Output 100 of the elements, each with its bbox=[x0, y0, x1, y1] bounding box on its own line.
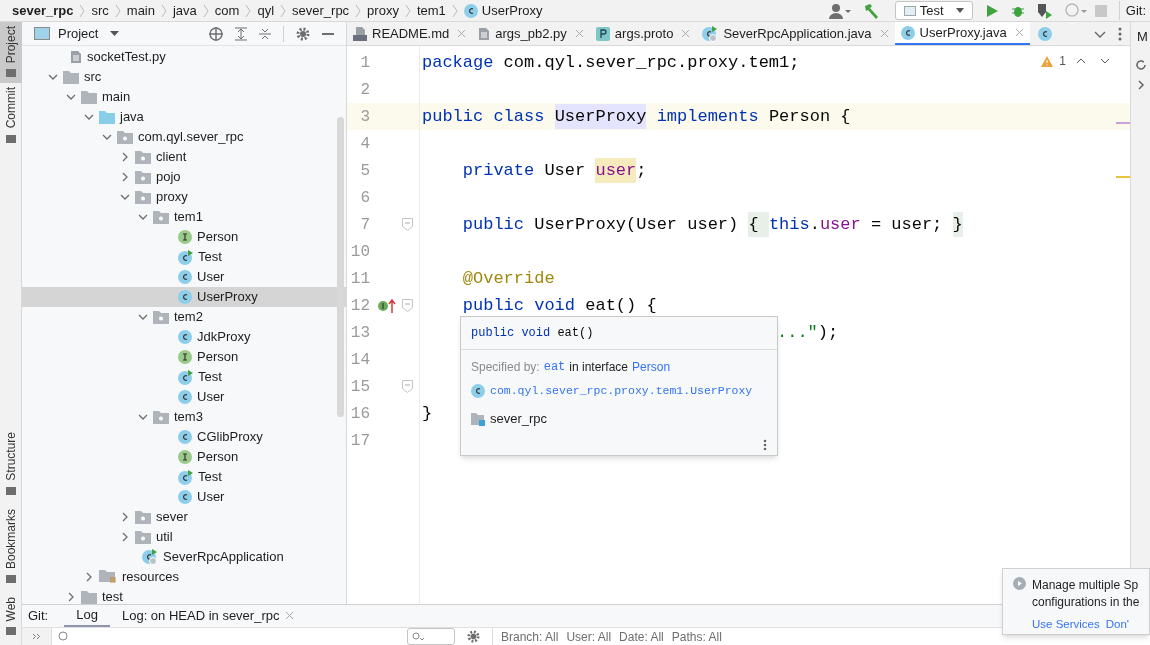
tree-item[interactable]: SeverRpcApplication bbox=[22, 547, 346, 567]
tree-item[interactable]: pojo bbox=[22, 167, 346, 187]
tree-item[interactable]: Person bbox=[22, 227, 346, 247]
breadcrumb[interactable]: sever_rpc bbox=[12, 0, 74, 21]
line-number: 1 bbox=[359, 52, 370, 74]
tree-item[interactable]: socketTest.py bbox=[22, 47, 346, 67]
tree-item[interactable]: util bbox=[22, 527, 346, 547]
tree-item[interactable]: main bbox=[22, 87, 346, 107]
chevron-icon[interactable] bbox=[138, 412, 148, 422]
breadcrumb[interactable]: proxy bbox=[367, 0, 399, 21]
search-field[interactable] bbox=[407, 628, 455, 645]
caret-icon[interactable] bbox=[110, 31, 120, 36]
tree-item[interactable]: tem3 bbox=[22, 407, 346, 427]
method-link[interactable]: eat bbox=[543, 358, 566, 376]
editor-tab[interactable]: args_pb2.py bbox=[472, 22, 590, 45]
editor-tab[interactable]: SeverRpcApplication.java bbox=[696, 22, 895, 45]
hammer-icon[interactable] bbox=[862, 2, 879, 19]
breadcrumb[interactable]: UserProxy bbox=[481, 0, 543, 21]
class-icon bbox=[178, 490, 192, 504]
run-icon[interactable] bbox=[984, 3, 999, 18]
tool-window-tab[interactable]: Commit bbox=[0, 83, 22, 149]
chevron-icon[interactable] bbox=[1136, 78, 1145, 91]
expand-icon[interactable] bbox=[32, 633, 41, 640]
next-icon[interactable] bbox=[1100, 58, 1110, 64]
line-number: 3 bbox=[359, 106, 370, 128]
tree-item[interactable]: Test bbox=[22, 247, 346, 267]
filter-dropdown[interactable]: Paths: All bbox=[671, 627, 722, 645]
tree-item[interactable]: tem1 bbox=[22, 207, 346, 227]
code-token: ..." bbox=[777, 321, 818, 344]
breadcrumb[interactable]: main bbox=[126, 0, 155, 21]
editor-tab[interactable]: UserProxy.java bbox=[894, 22, 1030, 45]
run-configuration-dropdown[interactable]: Test bbox=[894, 1, 973, 20]
doc-label: Specified by: bbox=[471, 359, 540, 376]
interface-link[interactable]: Person bbox=[632, 358, 671, 376]
tree-item[interactable]: java bbox=[22, 107, 346, 127]
tool-tab[interactable]: Log: on HEAD in sever_rpc bbox=[109, 605, 307, 627]
search-icon[interactable] bbox=[58, 631, 69, 642]
more-icon[interactable] bbox=[763, 439, 767, 451]
previous-icon[interactable] bbox=[1076, 58, 1086, 64]
filter-dropdown[interactable]: Branch: All bbox=[501, 627, 559, 645]
tool-window-tab[interactable]: M bbox=[1131, 27, 1148, 47]
tree-item[interactable]: CGlibProxy bbox=[22, 427, 346, 447]
breadcrumb[interactable]: com bbox=[214, 0, 240, 21]
tree-item[interactable]: client bbox=[22, 147, 346, 167]
settings-icon[interactable] bbox=[467, 630, 480, 643]
settings-icon[interactable] bbox=[296, 26, 310, 41]
breadcrumb[interactable]: sever_rpc bbox=[292, 0, 350, 21]
tree-item[interactable]: UserProxy bbox=[22, 287, 346, 307]
minimize-icon[interactable] bbox=[322, 32, 334, 35]
panel-title[interactable]: Project bbox=[58, 23, 99, 44]
breadcrumb[interactable]: java bbox=[173, 0, 197, 21]
tree-item[interactable]: Test bbox=[22, 367, 346, 387]
tree-item[interactable]: src bbox=[22, 67, 346, 87]
fold-marker-icon[interactable] bbox=[402, 299, 413, 312]
tool-window-tab[interactable]: Structure bbox=[0, 427, 22, 501]
tool-window-tab[interactable]: Web bbox=[0, 592, 22, 641]
chevron-icon[interactable] bbox=[138, 312, 148, 322]
editor-tab[interactable]: README.md bbox=[347, 22, 473, 45]
search-icon bbox=[412, 631, 424, 642]
breadcrumb[interactable]: tem1 bbox=[416, 0, 446, 21]
fold-marker-icon[interactable] bbox=[402, 380, 413, 393]
scrollbar-thumb[interactable] bbox=[337, 117, 344, 417]
tree-item[interactable]: com.qyl.sever_rpc bbox=[22, 127, 346, 147]
implements-marker-icon[interactable] bbox=[378, 297, 398, 314]
tool-window-tab[interactable]: Project bbox=[0, 22, 22, 84]
tree-item[interactable]: JdkProxy bbox=[22, 327, 346, 347]
runnable-class-icon bbox=[178, 469, 193, 485]
locate-icon[interactable] bbox=[209, 26, 223, 41]
notification-link[interactable]: Use Services bbox=[1032, 616, 1100, 633]
breadcrumb[interactable]: qyl bbox=[257, 0, 275, 21]
class-icon bbox=[178, 270, 192, 284]
tool-window-tab[interactable]: Bookmarks bbox=[0, 504, 22, 589]
breadcrumb-separator-icon bbox=[78, 3, 87, 18]
user-icon[interactable] bbox=[828, 2, 851, 19]
signature-token: public void bbox=[471, 325, 552, 342]
tree-item[interactable]: Person bbox=[22, 347, 346, 367]
tree-item[interactable]: resources bbox=[22, 567, 346, 587]
notification-link[interactable]: Don' bbox=[1105, 616, 1130, 633]
tree-item[interactable]: User bbox=[22, 387, 346, 407]
editor-tab[interactable]: args.proto bbox=[589, 22, 697, 45]
tree-item[interactable]: test bbox=[22, 587, 346, 604]
tree-item[interactable]: Test bbox=[22, 467, 346, 487]
expand-all-icon[interactable] bbox=[235, 26, 247, 41]
panel-title: Git: bbox=[28, 607, 50, 625]
tree-item[interactable]: Person bbox=[22, 447, 346, 467]
class-link[interactable]: com.qyl.sever_rpc.proxy.tem1.UserProxy bbox=[490, 382, 753, 400]
tree-item[interactable]: proxy bbox=[22, 187, 346, 207]
filter-dropdown[interactable]: User: All bbox=[566, 627, 612, 645]
breadcrumb[interactable]: src bbox=[91, 0, 109, 21]
tree-item[interactable]: tem2 bbox=[22, 307, 346, 327]
coverage-icon[interactable] bbox=[1036, 2, 1053, 19]
tree-item[interactable]: User bbox=[22, 487, 346, 507]
refresh-icon[interactable] bbox=[1134, 58, 1147, 71]
fold-marker-icon[interactable] bbox=[402, 218, 413, 231]
collapse-all-icon[interactable] bbox=[259, 26, 271, 41]
tree-item[interactable]: User bbox=[22, 267, 346, 287]
tree-item[interactable]: sever bbox=[22, 507, 346, 527]
filter-dropdown[interactable]: Date: All bbox=[619, 627, 664, 645]
warning-count[interactable]: 1 bbox=[1059, 52, 1066, 70]
runnable-class-icon bbox=[178, 249, 193, 265]
